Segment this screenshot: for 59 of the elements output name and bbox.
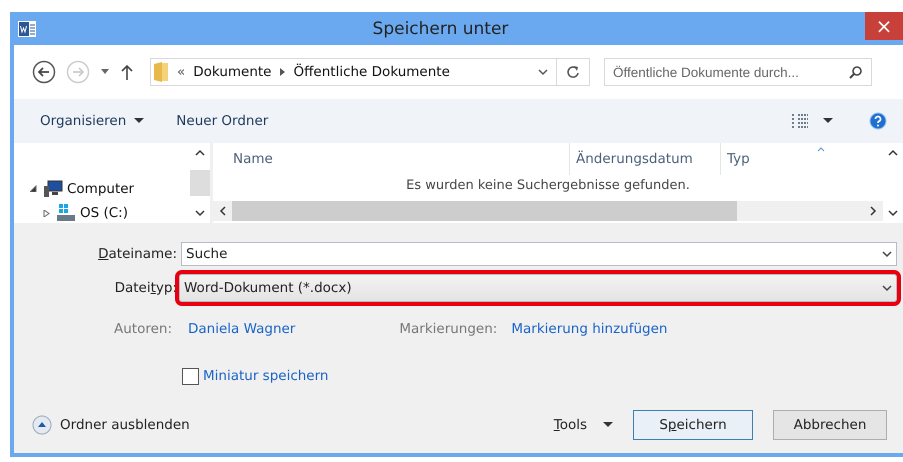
empty-message: Es wurden keine Suchergebnisse gefunden. (405, 177, 691, 195)
expander-icon[interactable] (30, 185, 37, 192)
tree-item[interactable]: Computer (67, 180, 134, 196)
scroll-up-icon[interactable] (888, 149, 898, 156)
chevron-down-icon[interactable] (882, 250, 892, 258)
dropdown-icon[interactable] (603, 422, 613, 428)
folder-icon (153, 61, 169, 83)
back-icon[interactable] (32, 60, 56, 84)
collapse-icon[interactable] (32, 415, 52, 435)
chevron-down-icon[interactable] (882, 284, 892, 292)
meta-link[interactable]: Daniela Wagner (188, 321, 296, 337)
column-header[interactable]: Typ (721, 143, 750, 175)
drive-icon (56, 204, 76, 222)
up-icon[interactable] (120, 64, 134, 80)
sort-icon (817, 147, 825, 152)
cancel-button[interactable]: Abbrechen (773, 410, 887, 440)
search-field[interactable]: Öffentliche Dokumente durch... (604, 58, 872, 86)
meta-label: Markierungen: (399, 321, 498, 337)
chevron-icon[interactable] (280, 68, 286, 76)
field-label: Dateiname: (97, 246, 178, 262)
computer-icon (43, 180, 63, 198)
tools-menu[interactable]: Tools (554, 417, 587, 433)
scroll-up-icon[interactable] (195, 149, 205, 156)
scroll-down-icon[interactable] (195, 210, 205, 217)
save-button[interactable]: Speichern (633, 410, 753, 440)
hide-folders-link[interactable]: Ordner ausblenden (60, 417, 190, 433)
chevron-down-icon[interactable] (538, 68, 548, 76)
expander-icon[interactable] (43, 210, 50, 216)
scroll-right-icon[interactable] (870, 206, 877, 216)
scroll-down-icon[interactable] (888, 210, 898, 217)
address-bar[interactable]: « Dokumente Öffentliche Dokumente (150, 58, 590, 86)
scrollbar-thumb[interactable] (232, 201, 737, 221)
scroll-left-icon[interactable] (219, 206, 226, 216)
column-header[interactable]: Name (213, 143, 570, 175)
scrollbar-thumb[interactable] (190, 170, 210, 196)
breadcrumb-item[interactable]: Dokumente (193, 64, 272, 80)
dropdown-icon[interactable] (823, 118, 833, 124)
help-icon[interactable] (869, 112, 887, 130)
new-folder-button[interactable]: Neuer Ordner (176, 113, 268, 129)
breadcrumb-overflow[interactable]: « (177, 64, 186, 80)
tree-item[interactable]: OS (C:) (80, 205, 128, 221)
meta-label: Autoren: (114, 321, 172, 337)
field-label: Dateityp: (114, 280, 178, 296)
checkbox[interactable] (182, 368, 199, 384)
scrollbar[interactable] (213, 201, 883, 221)
window-title: Speichern unter (372, 18, 510, 38)
meta-link[interactable]: Markierung hinzufügen (511, 321, 668, 337)
search-icon[interactable] (849, 65, 863, 79)
list-view-icon[interactable] (791, 113, 809, 129)
breadcrumb-item[interactable]: Öffentliche Dokumente (294, 64, 450, 80)
dropdown-icon[interactable] (100, 69, 110, 75)
checkbox-label[interactable]: Miniatur speichern (203, 368, 328, 384)
column-header[interactable]: Änderungsdatum (570, 143, 721, 175)
close-button[interactable]: × (865, 12, 903, 40)
dropdown-icon[interactable] (134, 118, 144, 124)
document-icon (18, 20, 36, 36)
file-name-field[interactable]: Suche (181, 242, 897, 266)
refresh-icon[interactable] (566, 65, 580, 79)
organize-menu[interactable]: Organisieren (40, 113, 126, 129)
